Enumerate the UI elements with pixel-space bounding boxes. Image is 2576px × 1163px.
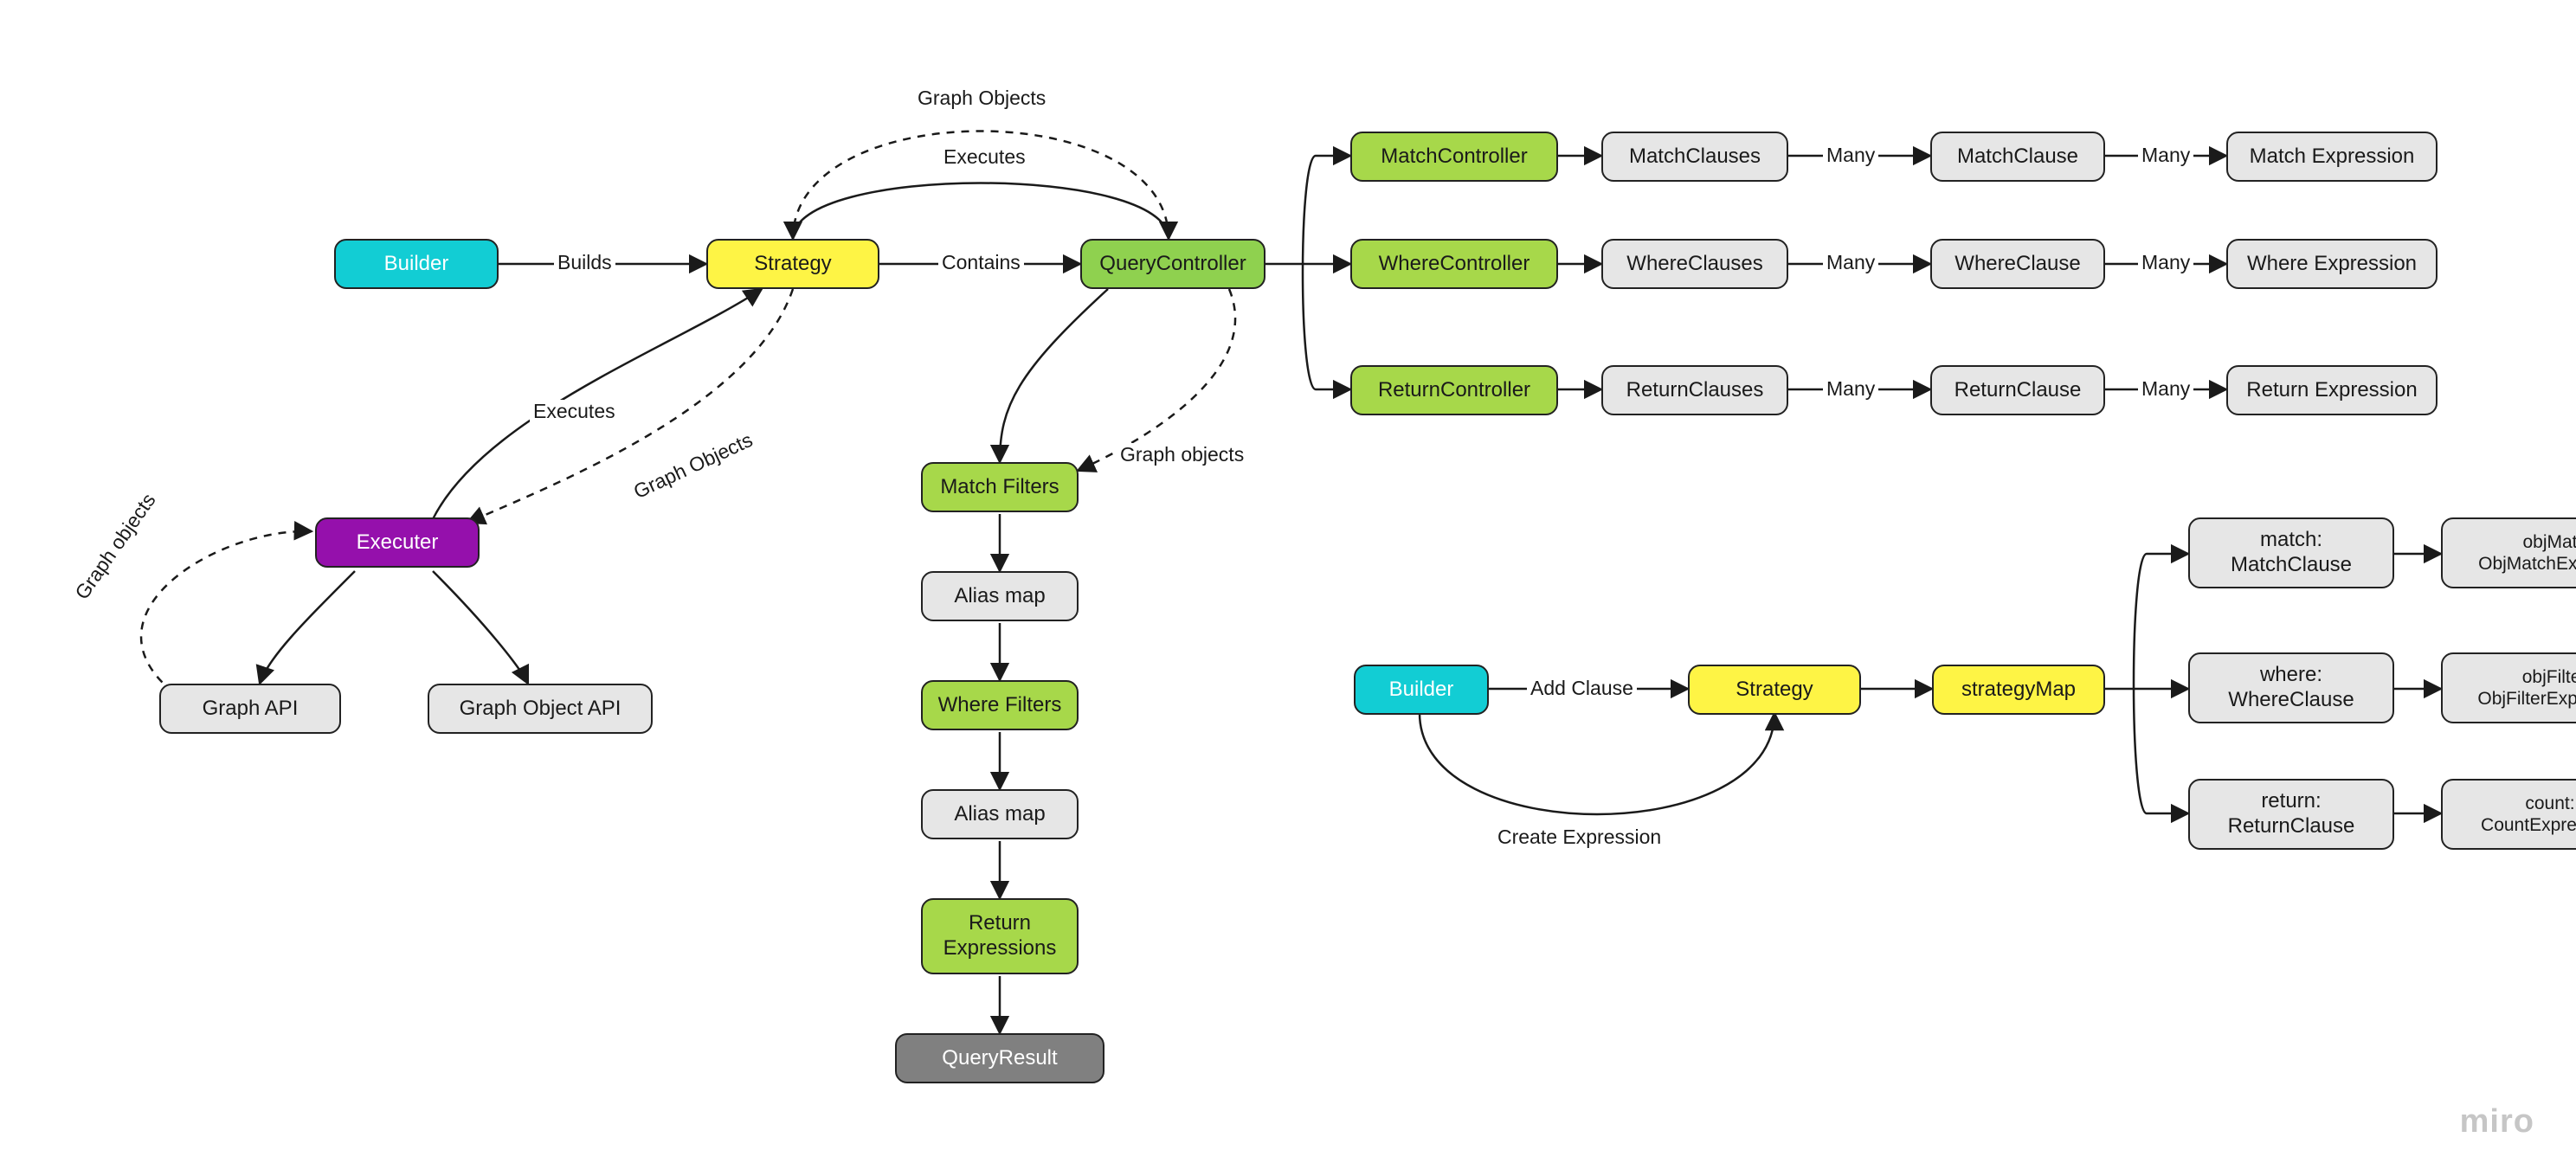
miro-watermark: miro [2460,1103,2534,1141]
node-map-where[interactable]: where: WhereClause [2188,652,2394,723]
label: Alias map [954,584,1045,609]
edge-label-graph-objects-mid: Graph Objects [627,427,759,505]
node-return-clause[interactable]: ReturnClause [1930,365,2105,415]
edge-label-graph-objects-top: Graph Objects [914,87,1049,110]
node-match-controller[interactable]: MatchController [1350,132,1558,182]
label: Executer [357,530,439,556]
label: Match Filters [940,475,1059,500]
node-alias-map-2[interactable]: Alias map [921,789,1079,839]
label: Alias map [954,802,1045,827]
label: QueryController [1099,252,1246,277]
label: WhereClause [1955,252,2080,277]
edge-label-many-5: Many [1823,377,1878,401]
node-graph-api[interactable]: Graph API [159,684,341,734]
node-graph-object-api[interactable]: Graph Object API [428,684,653,734]
node-match-expression[interactable]: Match Expression [2226,132,2438,182]
node-return-expression[interactable]: Return Expression [2226,365,2438,415]
label: ReturnClause [1955,378,2082,403]
edge-label-create-expression: Create Expression [1494,826,1665,849]
label: objMatch: ObjMatchExpression [2478,531,2576,575]
edge-label-executes-left: Executes [530,400,619,423]
edge-label-builds: Builds [554,251,615,274]
label: Builder [384,252,449,277]
node-return-controller[interactable]: ReturnController [1350,365,1558,415]
label: Return Expressions [943,911,1057,961]
label: count: CountExpression [2481,793,2576,836]
node-where-clause[interactable]: WhereClause [1930,239,2105,289]
node-alias-map-1[interactable]: Alias map [921,571,1079,621]
label: objFilter: ObjFilterExpression [2477,666,2576,710]
label: Where Filters [938,693,1062,718]
edge-label-contains: Contains [938,251,1024,274]
label: Builder [1389,678,1454,703]
node-builder-2[interactable]: Builder [1354,665,1489,715]
label: Where Expression [2247,252,2417,277]
label: Strategy [1736,678,1813,703]
label: MatchClauses [1629,145,1761,170]
label: Match Expression [2250,145,2415,170]
label: Return Expression [2246,378,2417,403]
edge-label-graph-objects-low: Graph objects [68,486,163,607]
node-query-result[interactable]: QueryResult [895,1033,1104,1083]
node-strategy[interactable]: Strategy [706,239,879,289]
node-strategy-2[interactable]: Strategy [1688,665,1861,715]
node-map-return[interactable]: return: ReturnClause [2188,779,2394,850]
node-match-clause[interactable]: MatchClause [1930,132,2105,182]
label: WhereController [1379,252,1530,277]
node-query-controller[interactable]: QueryController [1080,239,1265,289]
node-return-clauses[interactable]: ReturnClauses [1601,365,1788,415]
edge-label-many-3: Many [1823,251,1878,274]
node-map-match[interactable]: match: MatchClause [2188,517,2394,588]
edge-label-executes-top: Executes [940,145,1029,169]
label: QueryResult [942,1046,1057,1071]
node-where-controller[interactable]: WhereController [1350,239,1558,289]
label: Graph Object API [460,697,621,722]
edge-label-many-2: Many [2138,144,2193,167]
label: where: WhereClause [2228,663,2354,713]
node-count-expr[interactable]: count: CountExpression [2441,779,2576,850]
node-where-filters[interactable]: Where Filters [921,680,1079,730]
label: MatchClause [1957,145,2078,170]
label: return: ReturnClause [2228,789,2355,839]
label: WhereClauses [1626,252,1762,277]
edge-label-add-clause: Add Clause [1527,677,1637,700]
node-where-clauses[interactable]: WhereClauses [1601,239,1788,289]
label: Strategy [754,252,831,277]
label: match: MatchClause [2231,528,2352,578]
edge-label-many-1: Many [1823,144,1878,167]
node-strategy-map[interactable]: strategyMap [1932,665,2105,715]
node-match-clauses[interactable]: MatchClauses [1601,132,1788,182]
label: ReturnClauses [1626,378,1764,403]
edge-label-many-4: Many [2138,251,2193,274]
edge-label-many-6: Many [2138,377,2193,401]
label: ReturnController [1378,378,1530,403]
label: MatchController [1381,145,1527,170]
node-return-expressions[interactable]: Return Expressions [921,898,1079,974]
node-obj-match[interactable]: objMatch: ObjMatchExpression [2441,517,2576,588]
edge-label-graph-objects-right: Graph objects [1117,443,1247,466]
label: Graph API [203,697,299,722]
diagram-canvas: Builder Strategy QueryController Execute… [0,0,2576,1163]
node-where-expression[interactable]: Where Expression [2226,239,2438,289]
node-executer[interactable]: Executer [315,517,480,568]
node-obj-filter[interactable]: objFilter: ObjFilterExpression [2441,652,2576,723]
node-builder[interactable]: Builder [334,239,499,289]
node-match-filters[interactable]: Match Filters [921,462,1079,512]
label: strategyMap [1961,678,2076,703]
